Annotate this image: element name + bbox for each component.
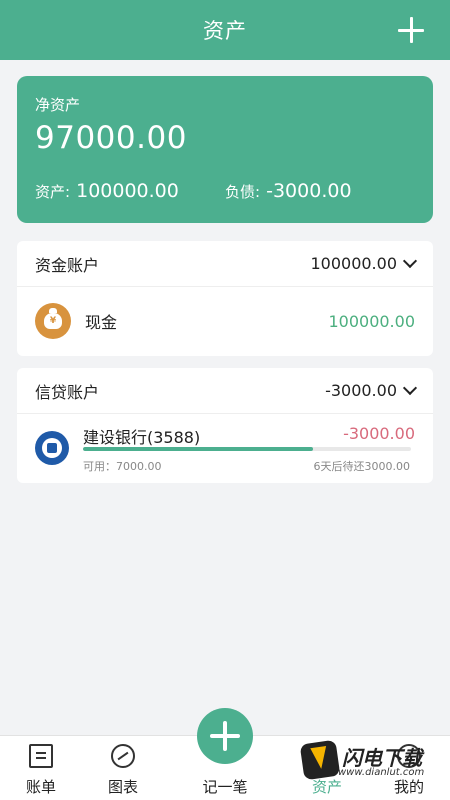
total-debts: 负债: -3000.00 (225, 180, 352, 202)
net-assets-card: 净资产 97000.00 资产: 100000.00 负债: -3000.00 (17, 76, 433, 223)
list-item[interactable]: ¥ 现金 100000.00 (17, 287, 433, 355)
account-name: 建设银行(3588) (83, 428, 201, 447)
credit-total-value: -3000.00 (325, 381, 397, 400)
chevron-down-icon (402, 253, 418, 268)
tab-label: 记一笔 (202, 778, 248, 796)
top-bar: 资产 (0, 0, 450, 60)
account-name: 现金 (85, 313, 118, 332)
credit-usage-fill (83, 447, 313, 451)
chevron-down-icon (402, 380, 418, 395)
net-assets-value: 97000.00 (35, 120, 187, 156)
add-account-button[interactable] (396, 15, 426, 45)
debts-label: 负债: (225, 183, 261, 201)
credit-accounts-header[interactable]: 信贷账户 -3000.00 (17, 368, 433, 414)
tab-bill[interactable]: 账单 (6, 736, 76, 800)
available-credit: 可用：7000.00 (83, 460, 162, 473)
bill-icon (29, 744, 53, 768)
credit-accounts-section: 信贷账户 -3000.00 建设银行(3588) -3000.00 可用：700… (17, 368, 433, 483)
watermark-url: www.dianlut.com (338, 767, 425, 778)
assets-value: 100000.00 (76, 180, 179, 202)
fund-total-value: 100000.00 (310, 254, 397, 273)
assets-label: 资产: (35, 183, 71, 201)
credit-accounts-total: -3000.00 (325, 380, 418, 400)
credit-accounts-title: 信贷账户 (35, 382, 100, 402)
ccb-bank-icon (35, 431, 69, 465)
repayment-due: 6天后待还3000.00 (313, 460, 411, 473)
tab-label: 图表 (107, 778, 138, 796)
account-amount: -3000.00 (343, 424, 415, 443)
yen-glyph: ¥ (44, 308, 62, 329)
credit-usage-bar (83, 447, 411, 451)
fund-accounts-total: 100000.00 (310, 253, 418, 273)
account-amount: 100000.00 (328, 311, 415, 331)
chart-icon (111, 744, 135, 768)
tab-chart[interactable]: 图表 (88, 736, 158, 800)
watermark: 闪电下载 www.dianlut.com (299, 739, 442, 782)
debts-value: -3000.00 (266, 180, 352, 202)
fund-accounts-header[interactable]: 资金账户 100000.00 (17, 241, 433, 287)
list-item[interactable]: 建设银行(3588) -3000.00 可用：7000.00 6天后待还3000… (17, 414, 433, 482)
money-bag-icon: ¥ (35, 303, 71, 339)
tab-label: 账单 (25, 778, 56, 796)
record-fab-button[interactable] (197, 708, 253, 764)
page-title: 资产 (203, 19, 247, 43)
lightning-logo-icon (299, 739, 341, 781)
fund-accounts-section: 资金账户 100000.00 ¥ 现金 100000.00 (17, 241, 433, 356)
net-assets-label: 净资产 (35, 96, 81, 114)
fund-accounts-title: 资金账户 (35, 255, 100, 275)
total-assets: 资产: 100000.00 (35, 180, 179, 202)
